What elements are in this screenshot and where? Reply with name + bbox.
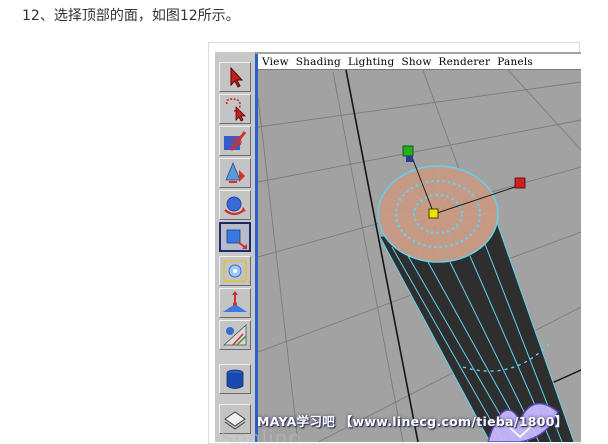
rotate-tool-button[interactable] <box>219 190 251 220</box>
menu-lighting[interactable]: Lighting <box>348 56 394 68</box>
menu-view[interactable]: View <box>262 56 289 68</box>
scale-tool-button[interactable] <box>219 222 251 252</box>
x-axis-handle[interactable] <box>514 177 526 189</box>
last-tool-used-icon <box>226 369 244 389</box>
move-tool-button[interactable] <box>219 158 251 188</box>
paint-select-tool-button[interactable] <box>219 126 251 156</box>
paint-select-tool-icon <box>224 131 247 151</box>
show-manipulator-button[interactable] <box>219 320 251 350</box>
lasso-tool-button[interactable] <box>219 94 251 124</box>
move-tool-icon <box>225 161 245 183</box>
soft-modification-button[interactable] <box>219 288 251 318</box>
menu-panels[interactable]: Panels <box>497 56 533 68</box>
y-axis-handle[interactable] <box>402 145 414 157</box>
show-manipulator-icon <box>222 324 247 346</box>
center-handle[interactable] <box>428 208 439 219</box>
perspective-viewport[interactable]: View Shading Lighting Show Renderer Pane… <box>258 52 581 442</box>
maya-window: View Shading Lighting Show Renderer Pane… <box>215 52 581 442</box>
universal-manipulator-icon <box>223 260 247 282</box>
toolbox <box>215 52 256 442</box>
step-instruction-text: 12、选择顶部的面，如图12所示。 <box>22 8 240 24</box>
select-tool-button[interactable] <box>219 62 251 92</box>
watermark-text: MAYA学习吧 【www.linecg.com/tieba/1800】 <box>257 414 568 429</box>
menu-show[interactable]: Show <box>401 56 431 68</box>
z-axis-handle[interactable] <box>406 156 413 162</box>
scene-canvas <box>258 52 581 442</box>
lasso-tool-icon <box>225 98 246 122</box>
menu-shading[interactable]: Shading <box>296 56 341 68</box>
select-tool-icon <box>230 66 244 88</box>
viewport-menu-bar: View Shading Lighting Show Renderer Pane… <box>258 54 581 70</box>
soft-modification-icon <box>223 291 247 312</box>
scale-tool-icon <box>226 229 247 249</box>
menu-renderer[interactable]: Renderer <box>439 56 491 68</box>
rotate-tool-icon <box>224 196 246 216</box>
last-tool-used-button[interactable] <box>219 364 251 394</box>
universal-manipulator-button[interactable] <box>219 256 251 286</box>
